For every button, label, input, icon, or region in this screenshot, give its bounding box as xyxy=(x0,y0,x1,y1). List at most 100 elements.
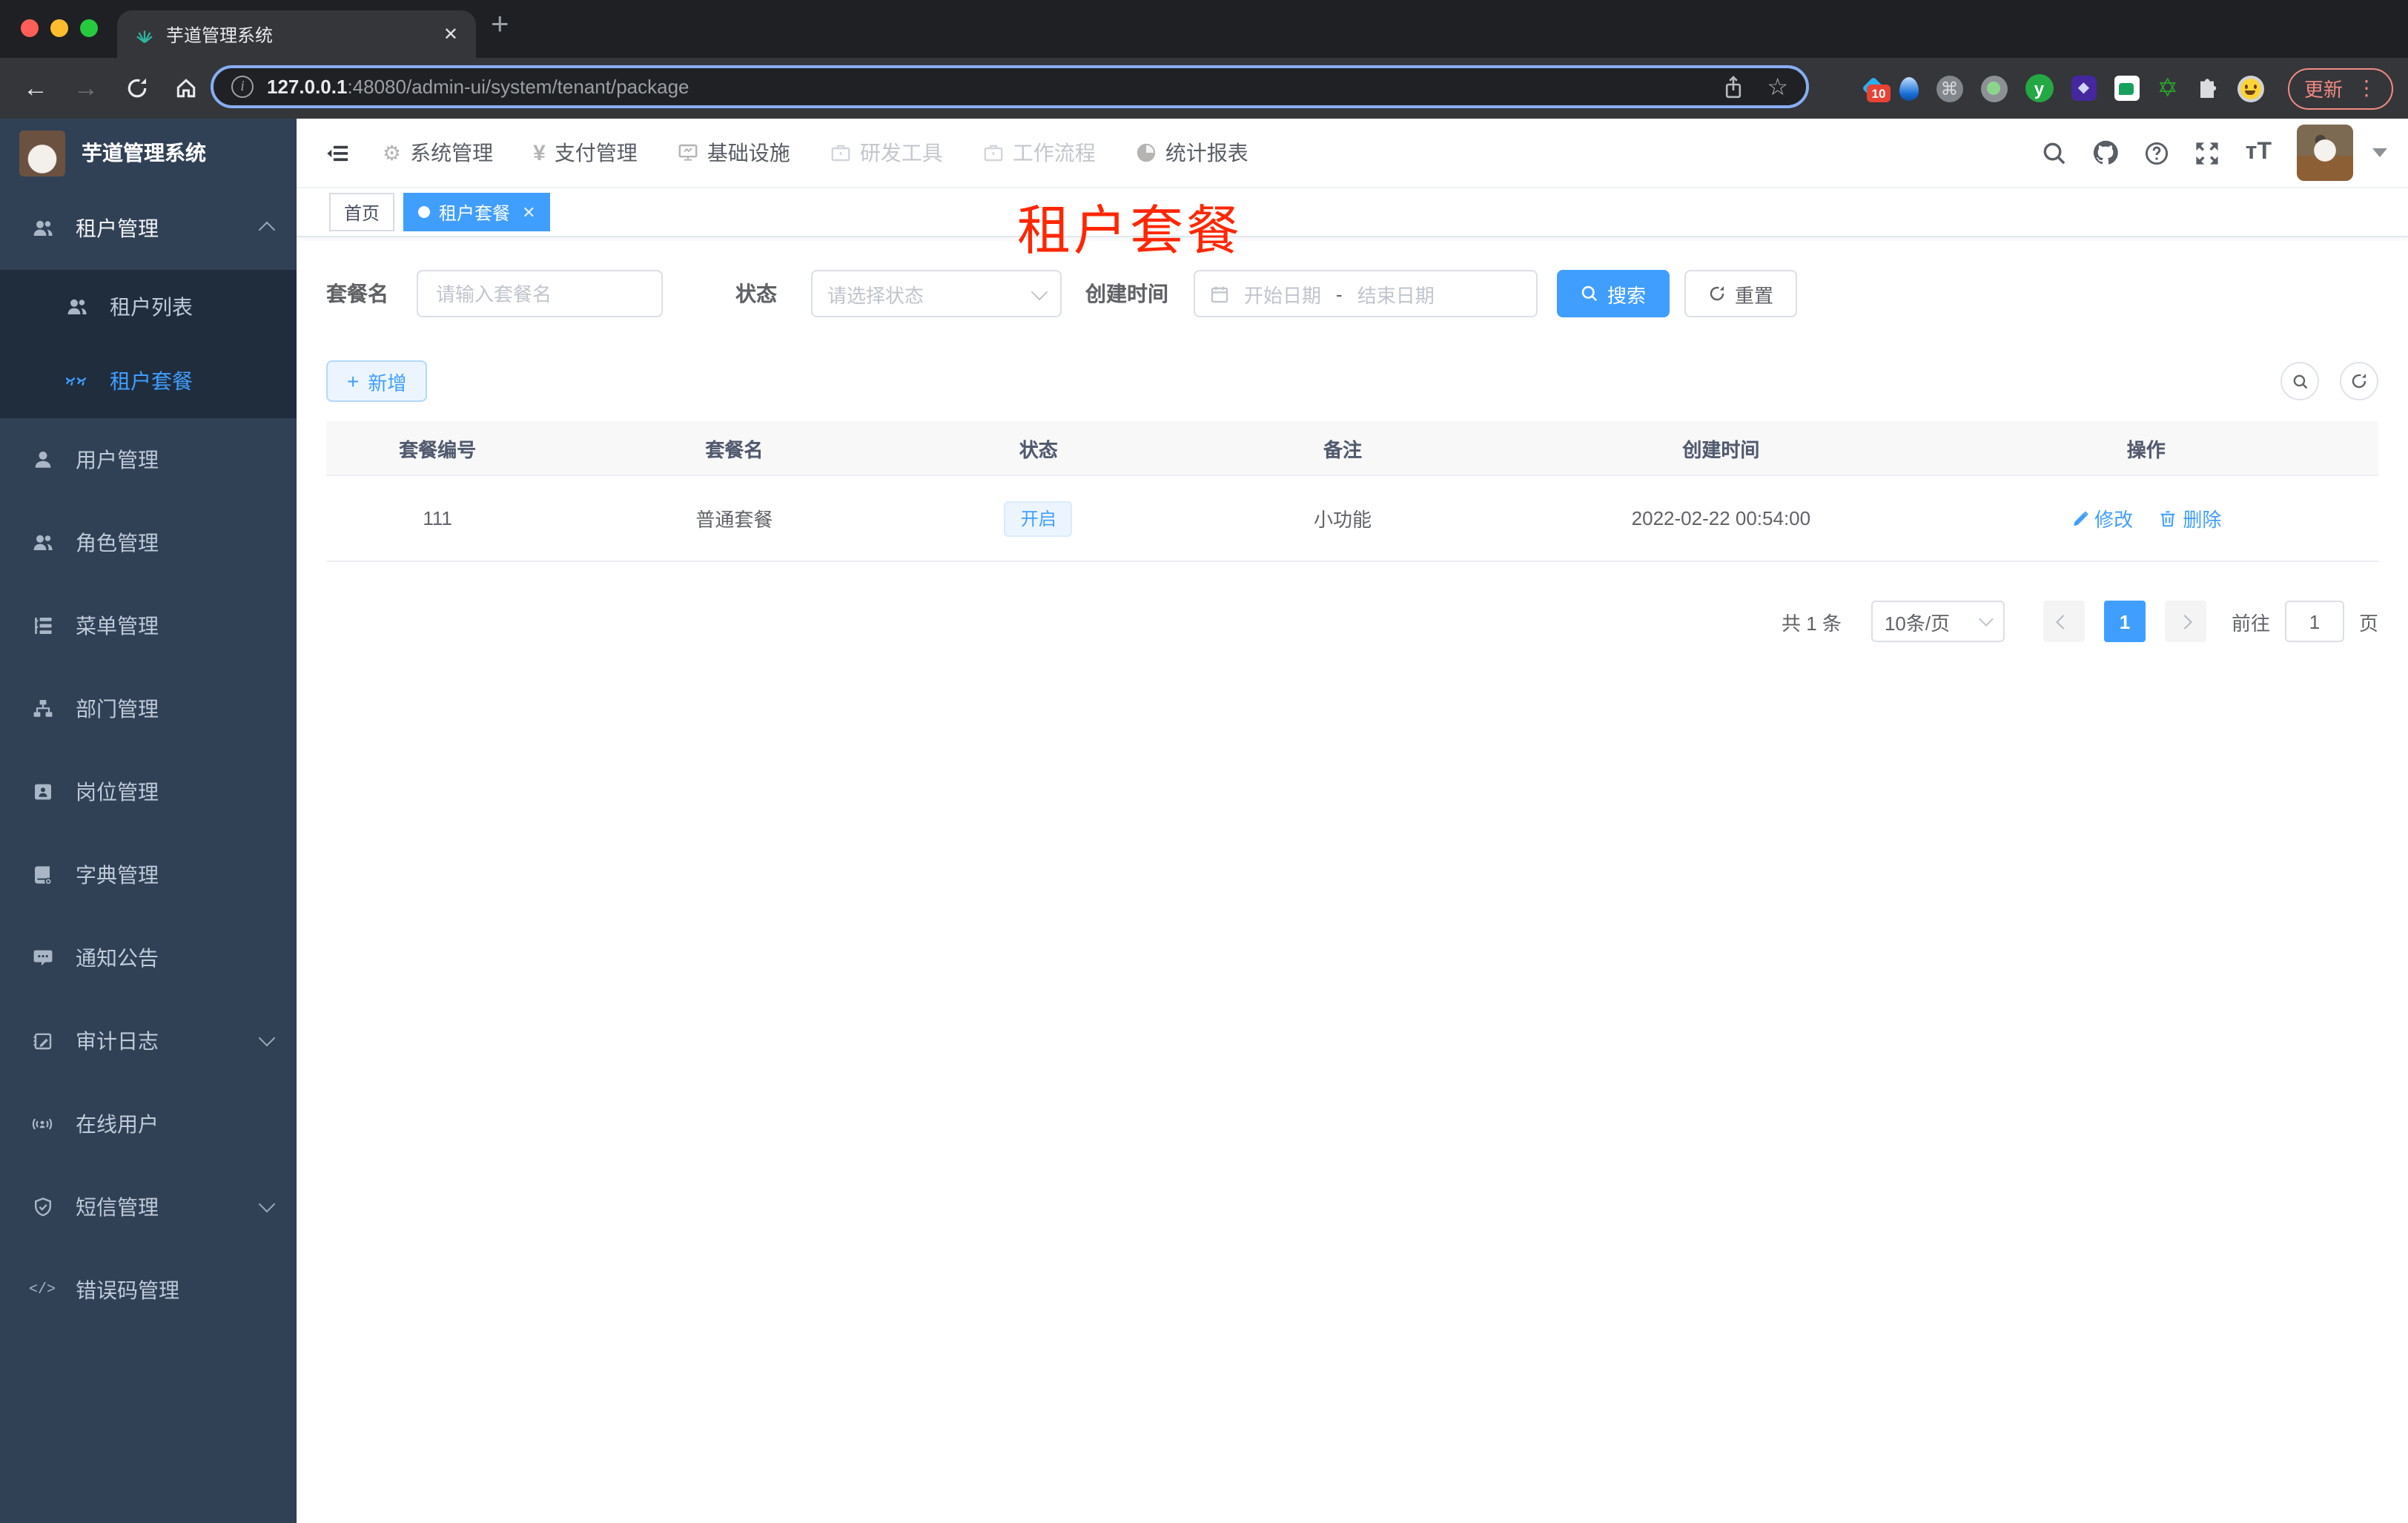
sidebar-logo[interactable]: 芋道管理系统 xyxy=(0,119,297,187)
extension-gem-icon[interactable] xyxy=(1899,76,1919,100)
share-icon[interactable] xyxy=(1722,75,1743,99)
sidebar-item-label: 租户套餐 xyxy=(110,369,193,393)
topnav-devtools[interactable]: 研发工具 xyxy=(830,138,943,168)
topnav-report[interactable]: 统计报表 xyxy=(1136,138,1248,168)
sidebar-item-role[interactable]: 角色管理 xyxy=(0,501,297,584)
forward-icon[interactable]: → xyxy=(65,58,107,119)
date-separator: - xyxy=(1336,283,1343,305)
sidebar-item-label: 错误码管理 xyxy=(76,1278,179,1302)
sidebar-item-dept[interactable]: 部门管理 xyxy=(0,667,297,750)
chrome-update-button[interactable]: 更新 ⋮ xyxy=(2287,67,2393,109)
delete-link[interactable]: 删除 xyxy=(2159,504,2221,532)
sidebar-item-error-code[interactable]: </> 错误码管理 xyxy=(0,1249,297,1332)
sidebar-item-post[interactable]: 岗位管理 xyxy=(0,750,297,833)
refresh-button[interactable] xyxy=(2340,362,2378,400)
search-button[interactable]: 搜索 xyxy=(1557,270,1670,317)
font-size-icon[interactable]: ᴛT xyxy=(2246,139,2272,166)
edit-link[interactable]: 修改 xyxy=(2071,504,2133,532)
page-info-icon[interactable]: i xyxy=(231,76,254,98)
sidebar-item-menu[interactable]: 菜单管理 xyxy=(0,584,297,667)
search-icon[interactable] xyxy=(2042,140,2068,165)
topnav-payment[interactable]: ¥ 支付管理 xyxy=(533,138,638,168)
fullscreen-icon[interactable] xyxy=(2195,140,2220,165)
cell-remark: 小功能 xyxy=(1313,509,1372,531)
date-range-picker[interactable]: 开始日期 - 结束日期 xyxy=(1194,270,1538,317)
tag-close-icon[interactable]: ✕ xyxy=(522,202,535,222)
avatar-caret-icon[interactable] xyxy=(2372,148,2387,157)
reload-icon[interactable] xyxy=(116,58,157,119)
window-close-button[interactable] xyxy=(21,19,39,37)
sidebar-item-label: 角色管理 xyxy=(76,531,159,555)
window-zoom-button[interactable] xyxy=(80,19,98,37)
sidebar-item-label: 菜单管理 xyxy=(76,614,159,638)
window-minimize-button[interactable] xyxy=(50,19,68,37)
topnav-infra[interactable]: 基础设施 xyxy=(678,138,790,168)
sidebar-collapse-icon[interactable] xyxy=(297,142,377,164)
cell-actions: 修改 删除 xyxy=(1914,504,2378,532)
extension-y-icon[interactable]: y xyxy=(2025,74,2054,102)
extensions-puzzle-icon[interactable] xyxy=(2196,76,2220,100)
sidebar-item-label: 租户列表 xyxy=(110,295,193,319)
tag-tenant-package[interactable]: 租户套餐 ✕ xyxy=(403,193,551,231)
extension-chat-icon[interactable] xyxy=(2114,76,2140,101)
page-size-select[interactable]: 10条/页 xyxy=(1870,601,2005,642)
badge-icon xyxy=(31,782,53,802)
pie-chart-icon xyxy=(1136,142,1157,163)
org-tree-icon xyxy=(31,698,53,719)
tag-active-dot xyxy=(418,206,431,218)
back-icon[interactable]: ← xyxy=(15,58,56,119)
tree-list-icon xyxy=(31,615,53,636)
reset-button[interactable]: 重置 xyxy=(1684,270,1798,317)
tab-close-icon[interactable]: ✕ xyxy=(443,24,458,44)
sidebar-item-label: 通知公告 xyxy=(76,946,159,970)
pagination-total: 共 1 条 xyxy=(1782,612,1842,634)
table-row[interactable]: 111 普通套餐 开启 小功能 2022-02-22 00:54:00 修改 删… xyxy=(326,475,2378,561)
home-icon[interactable] xyxy=(165,58,206,119)
prev-page-button[interactable] xyxy=(2042,601,2085,642)
sidebar-item-online-users[interactable]: 在线用户 xyxy=(0,1083,297,1166)
help-icon[interactable] xyxy=(2145,140,2170,165)
hide-search-button[interactable] xyxy=(2280,362,2319,400)
github-icon[interactable] xyxy=(2093,139,2120,166)
sidebar-item-tenant-package[interactable]: 租户套餐 xyxy=(0,344,297,418)
browser-tabstrip: 芋道管理系统 ✕ + xyxy=(0,0,2408,58)
extension-diamond-icon[interactable]: 10 xyxy=(1861,76,1891,102)
sidebar-item-dict[interactable]: 字典管理 xyxy=(0,833,297,916)
page-number-current[interactable]: 1 xyxy=(2103,601,2146,642)
next-page-button[interactable] xyxy=(2164,601,2206,642)
sidebar-item-tenant[interactable]: 租户管理 xyxy=(0,187,297,270)
sidebar-item-notice[interactable]: 通知公告 xyxy=(0,916,297,1000)
sidebar-item-sms[interactable]: 短信管理 xyxy=(0,1166,297,1249)
package-name-input[interactable] xyxy=(417,270,663,317)
topnav-label: 系统管理 xyxy=(410,141,494,165)
chrome-menu-icon[interactable]: ⋮ xyxy=(2356,76,2377,101)
extension-shield-icon[interactable]: ◆ xyxy=(2071,76,2097,101)
profile-avatar-icon[interactable] xyxy=(2237,75,2264,102)
new-tab-button[interactable]: + xyxy=(491,7,509,43)
date-end-placeholder: 结束日期 xyxy=(1357,284,1435,306)
extension-star-icon[interactable]: ✡ xyxy=(2157,76,2178,101)
cell-status: 开启 xyxy=(920,500,1157,536)
sidebar-item-user[interactable]: 用户管理 xyxy=(0,418,297,501)
chevron-down-icon xyxy=(1979,612,1994,627)
status-select[interactable]: 请选择状态 xyxy=(811,270,1062,317)
online-signal-icon xyxy=(31,1114,53,1134)
th-package-name: 套餐名 xyxy=(705,438,764,460)
goto-page-input[interactable] xyxy=(2284,601,2344,642)
sidebar-item-tenant-list[interactable]: 租户列表 xyxy=(0,270,297,344)
bookmark-star-icon[interactable]: ☆ xyxy=(1767,72,1788,102)
user-avatar[interactable] xyxy=(2297,125,2353,181)
url-bar[interactable]: i 127.0.0.1:48080/admin-ui/system/tenant… xyxy=(211,65,1809,108)
sidebar-item-audit-log[interactable]: 审计日志 xyxy=(0,1000,297,1083)
extension-dot-icon[interactable] xyxy=(1980,75,2008,102)
topnav-workflow[interactable]: 工作流程 xyxy=(983,138,1096,168)
tag-home[interactable]: 首页 xyxy=(329,193,395,231)
users-icon xyxy=(65,297,87,317)
status-placeholder: 请选择状态 xyxy=(827,284,924,306)
extension-command-icon[interactable]: ⌘ xyxy=(1936,75,1963,102)
topnav-system[interactable]: ⚙ 系统管理 xyxy=(383,138,493,168)
add-button[interactable]: + 新增 xyxy=(326,360,428,402)
url-host: 127.0.0.1 xyxy=(267,76,348,98)
filter-form: 套餐名 状态 请选择状态 创建时间 开始日期 - 结束日期 xyxy=(326,270,2378,317)
browser-tab[interactable]: 芋道管理系统 ✕ xyxy=(117,10,476,58)
